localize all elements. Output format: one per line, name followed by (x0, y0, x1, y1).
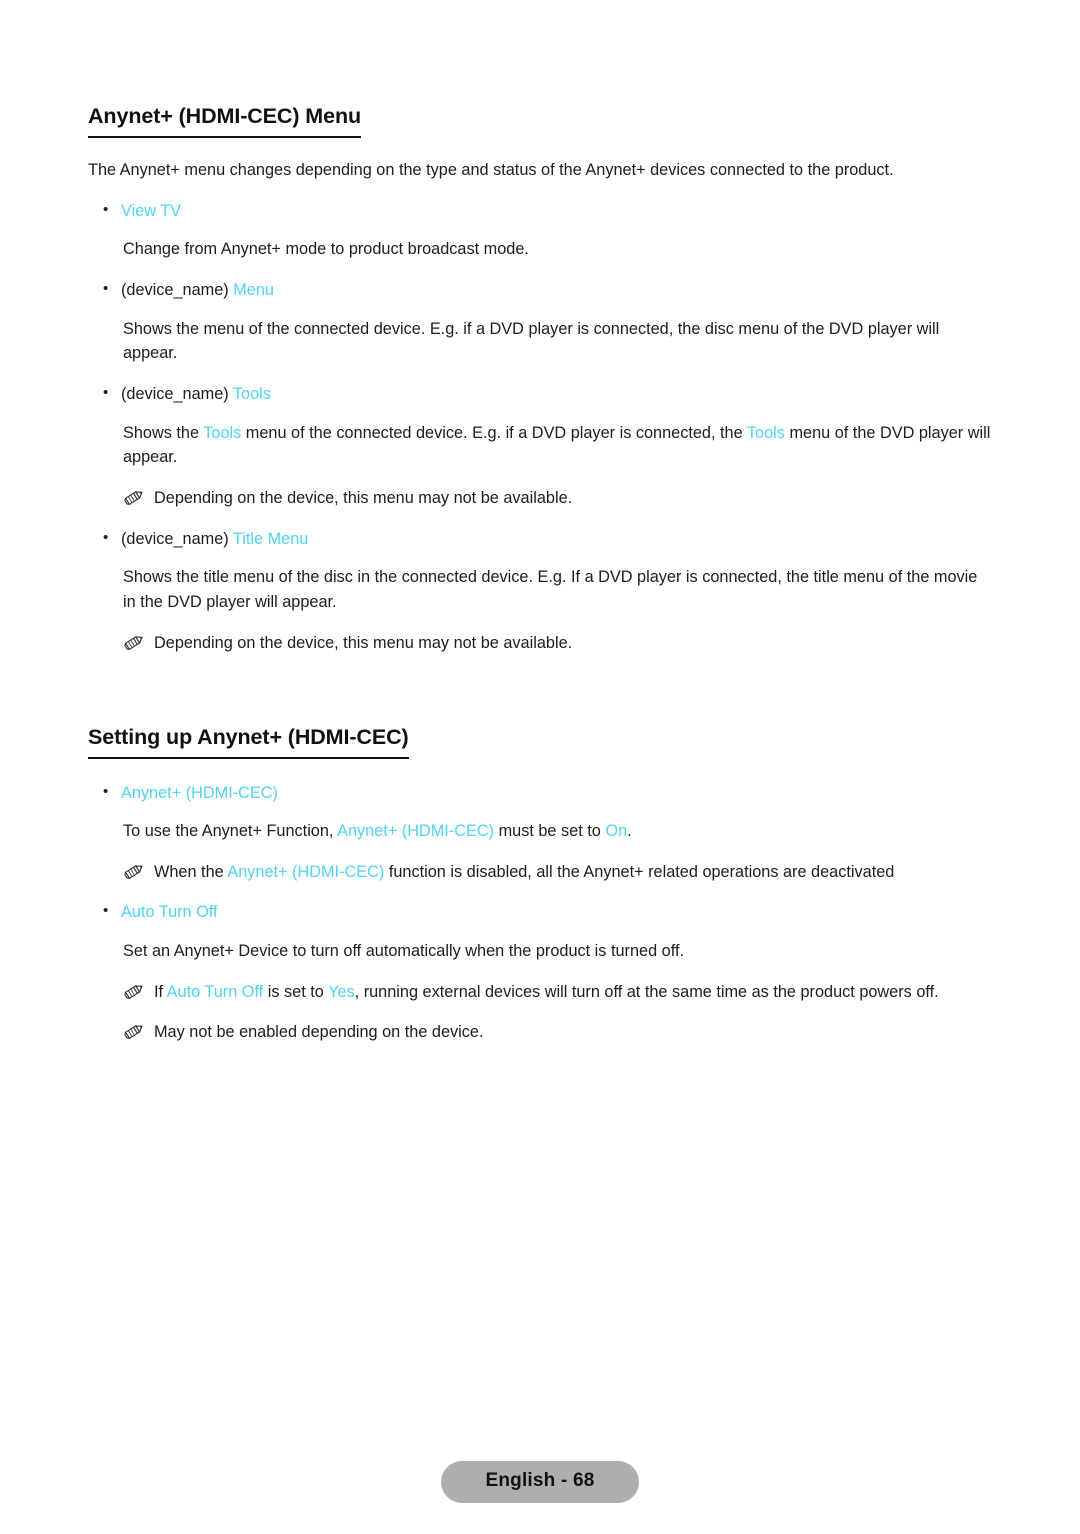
list-item-anynet-hdmi-cec: • Anynet+ (HDMI-CEC) (88, 781, 992, 805)
bullet-icon: • (103, 280, 109, 298)
note-text: Depending on the device, this menu may n… (154, 633, 573, 652)
description-anynet-hdmi-cec: To use the Anynet+ Function, Anynet+ (HD… (88, 819, 992, 844)
desc-text-part: menu of the connected device. E.g. if a … (241, 423, 747, 442)
list-item-label: Anynet+ (HDMI-CEC) (121, 783, 278, 802)
description-device-tools: Shows the Tools menu of the connected de… (88, 421, 992, 471)
description-device-menu: Shows the menu of the connected device. … (123, 319, 940, 363)
list-item-prefix: (device_name) (121, 385, 233, 404)
list-item-label: Auto Turn Off (121, 903, 218, 922)
pencil-icon (123, 632, 145, 652)
note-text-part: is set to (263, 982, 329, 1001)
list-item-view-tv: • View TV (88, 199, 992, 223)
bullet-icon: • (103, 200, 109, 218)
desc-highlight-anynet: Anynet+ (HDMI-CEC) (337, 822, 495, 841)
list-item-prefix: (device_name) (121, 281, 234, 300)
note-auto-turn-off-yes: If Auto Turn Off is set to Yes, running … (88, 980, 992, 1004)
pencil-icon (123, 981, 145, 1001)
note-text-part: When the (154, 862, 228, 881)
document-page: Anynet+ (HDMI-CEC) Menu The Anynet+ menu… (0, 0, 1080, 1534)
note-highlight-auto-turn-off: Auto Turn Off (166, 982, 264, 1001)
page-number-badge: English - 68 (441, 1461, 639, 1503)
pencil-icon (123, 861, 145, 881)
list-item-device-menu: • (device_name) Menu (88, 278, 992, 302)
description-view-tv: Change from Anynet+ mode to product broa… (123, 240, 529, 259)
section-title-setting-up: Setting up Anynet+ (HDMI-CEC) (88, 725, 409, 759)
list-item-label: View TV (121, 201, 182, 220)
list-item-label: Tools (232, 385, 271, 404)
note-text-part: function is disabled, all the Anynet+ re… (384, 862, 895, 881)
list-item-label: Title Menu (232, 529, 309, 548)
note-auto-turn-off-device: May not be enabled depending on the devi… (88, 1020, 992, 1044)
note-title-menu-availability: Depending on the device, this menu may n… (88, 631, 992, 655)
desc-text-part: . (627, 822, 632, 841)
bullet-icon: • (103, 902, 109, 920)
desc-text-part: must be set to (494, 822, 606, 841)
list-item-device-title-menu: • (device_name) Title Menu (88, 527, 992, 551)
bullet-icon: • (103, 528, 109, 546)
note-highlight-yes: Yes (328, 982, 355, 1001)
list-item-auto-turn-off: • Auto Turn Off (88, 900, 992, 924)
note-anynet-disabled: When the Anynet+ (HDMI-CEC) function is … (88, 860, 992, 884)
note-text-part: If (154, 982, 167, 1001)
pencil-icon (123, 1021, 145, 1041)
page-content: Anynet+ (HDMI-CEC) Menu The Anynet+ menu… (88, 104, 992, 1060)
note-text: May not be enabled depending on the devi… (154, 1022, 484, 1041)
section-heading-block-anynet-menu: Anynet+ (HDMI-CEC) Menu (88, 104, 992, 138)
list-item-label: Menu (233, 281, 274, 300)
list-item-device-tools: • (device_name) Tools (88, 382, 992, 406)
note-device-tools-availability: Depending on the device, this menu may n… (88, 486, 992, 510)
desc-highlight-on: On (605, 822, 628, 841)
bullet-icon: • (103, 782, 109, 800)
note-text-part: , running external devices will turn off… (354, 982, 939, 1001)
list-item-prefix: (device_name) (121, 529, 233, 548)
description-auto-turn-off: Set an Anynet+ Device to turn off automa… (123, 941, 684, 960)
note-highlight-anynet: Anynet+ (HDMI-CEC) (227, 862, 385, 881)
desc-highlight-tools-2: Tools (746, 423, 785, 442)
section-intro-paragraph: The Anynet+ menu changes depending on th… (88, 160, 894, 179)
description-device-title-menu: Shows the title menu of the disc in the … (123, 567, 978, 611)
pencil-icon (123, 487, 145, 507)
page-title: Anynet+ (HDMI-CEC) Menu (88, 104, 361, 138)
bullet-icon: • (103, 384, 109, 402)
section-heading-block-setting-up: Setting up Anynet+ (HDMI-CEC) (88, 725, 992, 759)
note-text: Depending on the device, this menu may n… (154, 489, 573, 508)
desc-text-part: To use the Anynet+ Function, (123, 822, 338, 841)
desc-text-part: Shows the (123, 423, 204, 442)
desc-highlight-tools-1: Tools (203, 423, 242, 442)
page-footer: English - 68 (0, 1461, 1080, 1503)
